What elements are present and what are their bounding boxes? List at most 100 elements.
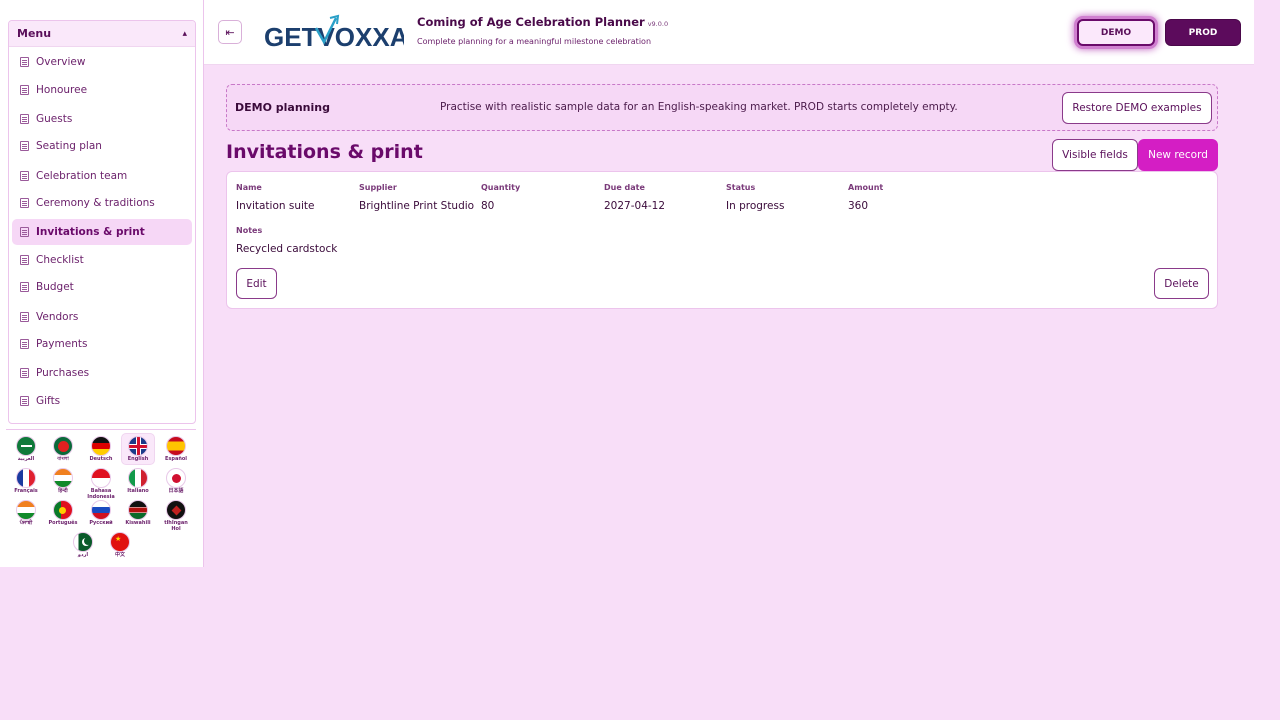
top-bar: ⇤ GETVOXXA Coming of Age Celebration Pla…	[204, 0, 1254, 65]
document-icon	[20, 255, 29, 265]
flag-cn-icon: ★	[110, 532, 130, 552]
flag-id-icon	[91, 468, 111, 488]
new-record-button[interactable]: New record	[1138, 139, 1218, 171]
flag-jp-icon	[166, 468, 186, 488]
app-title-text: Coming of Age Celebration Planner	[417, 15, 645, 29]
menu-panel: Menu ▴ Overview Honouree Guests Seating …	[8, 20, 196, 424]
language-portuguese[interactable]: Português	[46, 498, 80, 530]
sidebar-item-label: Guests	[36, 113, 73, 125]
sidebar-item-budget[interactable]: Budget	[12, 274, 192, 300]
sidebar-item-payments[interactable]: Payments	[12, 331, 192, 357]
page-title: Invitations & print	[226, 141, 423, 163]
field-value-due-date: 2027-04-12	[604, 200, 666, 212]
document-icon	[20, 312, 29, 322]
delete-button[interactable]: Delete	[1154, 268, 1209, 299]
flag-klingon-icon	[166, 500, 186, 520]
field-label-notes: Notes	[236, 226, 263, 235]
language-russian[interactable]: Русский	[84, 498, 118, 530]
field-label-quantity: Quantity	[481, 183, 521, 192]
visible-fields-button[interactable]: Visible fields	[1052, 139, 1138, 171]
flag-de-icon	[91, 436, 111, 456]
sidebar-item-label: Purchases	[36, 367, 90, 379]
document-icon	[20, 396, 29, 406]
sidebar-item-label: Seating plan	[36, 140, 102, 152]
language-chinese[interactable]: ★ 中文	[103, 530, 137, 562]
menu-header[interactable]: Menu ▴	[9, 21, 195, 47]
sidebar-item-overview[interactable]: Overview	[12, 49, 192, 75]
language-japanese[interactable]: 日本語	[159, 466, 193, 498]
sidebar-item-checklist[interactable]: Checklist	[12, 247, 192, 273]
toggle-sidebar-button[interactable]: ⇤	[218, 20, 242, 44]
field-label-supplier: Supplier	[359, 183, 397, 192]
sidebar-item-guests[interactable]: Guests	[12, 106, 192, 132]
language-bangla[interactable]: বাংলা	[46, 434, 80, 466]
field-label-name: Name	[236, 183, 262, 192]
sidebar-item-label: Overview	[36, 56, 86, 68]
sidebar-item-label: Budget	[36, 281, 74, 293]
language-swahili[interactable]: Kiswahili	[121, 498, 155, 530]
demo-env-button[interactable]: DEMO	[1077, 19, 1155, 46]
sidebar-item-purchases[interactable]: Purchases	[12, 360, 192, 386]
language-english[interactable]: English	[121, 433, 155, 465]
sidebar-item-gifts[interactable]: Gifts	[12, 388, 192, 414]
language-name: Português	[48, 520, 78, 526]
language-name: 中文	[114, 552, 125, 558]
collapse-menu-icon[interactable]: ▴	[182, 29, 187, 39]
app-subtitle: Complete planning for a meaningful miles…	[417, 37, 652, 46]
sidebar-item-invitations-print[interactable]: Invitations & print	[12, 219, 192, 245]
language-name: 日本語	[168, 488, 184, 494]
language-name: اردو	[77, 552, 89, 558]
language-name: English	[127, 456, 149, 462]
field-value-supplier: Brightline Print Studio	[359, 200, 475, 212]
sidebar-item-ceremony-traditions[interactable]: Ceremony & traditions	[12, 190, 192, 216]
record-card: Name Invitation suite Supplier Brightlin…	[226, 171, 1218, 309]
demo-banner: DEMO planning Practise with realistic sa…	[226, 84, 1218, 131]
language-name: Español	[164, 456, 188, 462]
field-value-status: In progress	[726, 200, 785, 212]
flag-sa-icon	[16, 436, 36, 456]
language-name: हिन्दी	[58, 488, 68, 494]
logo: GETVOXXA	[264, 14, 404, 54]
language-spanish[interactable]: Español	[159, 434, 193, 466]
document-icon	[20, 57, 29, 67]
logo-text: GETVOXXA	[264, 22, 404, 52]
edit-button[interactable]: Edit	[236, 268, 277, 299]
language-french[interactable]: Français	[9, 466, 43, 498]
sidebar-item-celebration-team[interactable]: Celebration team	[12, 163, 192, 189]
menu-title: Menu	[17, 27, 52, 40]
divider	[6, 429, 196, 430]
field-value-name: Invitation suite	[236, 200, 315, 212]
sidebar-item-seating-plan[interactable]: Seating plan	[12, 133, 192, 159]
field-value-notes: Recycled cardstock	[236, 243, 338, 255]
flag-gb-icon	[128, 436, 148, 456]
banner-description: Practise with realistic sample data for …	[440, 101, 958, 113]
sidebar-item-honouree[interactable]: Honouree	[12, 77, 192, 103]
language-name: Français	[14, 488, 38, 494]
sidebar-collapse-icon: ⇤	[225, 25, 235, 39]
language-klingon[interactable]: tlhIngan Hol	[159, 498, 193, 532]
language-punjabi[interactable]: ਪੰਜਾਬੀ	[9, 498, 43, 530]
language-italian[interactable]: Italiano	[121, 466, 155, 498]
flag-es-icon	[166, 436, 186, 456]
language-name: বাংলা	[57, 456, 69, 462]
language-arabic[interactable]: العربية	[9, 434, 43, 466]
language-german[interactable]: Deutsch	[84, 434, 118, 466]
flag-in-icon	[16, 500, 36, 520]
flag-pt-icon	[53, 500, 73, 520]
flag-ke-icon	[128, 500, 148, 520]
language-name: Italiano	[127, 488, 149, 494]
language-indonesian[interactable]: Bahasa Indonesia	[84, 466, 118, 500]
language-hindi[interactable]: हिन्दी	[46, 466, 80, 498]
field-value-quantity: 80	[481, 200, 495, 212]
language-name: Deutsch	[89, 456, 113, 462]
prod-env-button[interactable]: PROD	[1165, 19, 1241, 46]
field-label-status: Status	[726, 183, 756, 192]
sidebar-item-vendors[interactable]: Vendors	[12, 304, 192, 330]
sidebar-item-label: Gifts	[36, 395, 61, 407]
language-urdu[interactable]: اردو	[66, 530, 100, 562]
sidebar-item-label: Checklist	[36, 254, 84, 266]
document-icon	[20, 198, 29, 208]
restore-demo-button[interactable]: Restore DEMO examples	[1062, 92, 1212, 124]
field-label-due-date: Due date	[604, 183, 645, 192]
sidebar-item-label: Ceremony & traditions	[36, 197, 155, 209]
